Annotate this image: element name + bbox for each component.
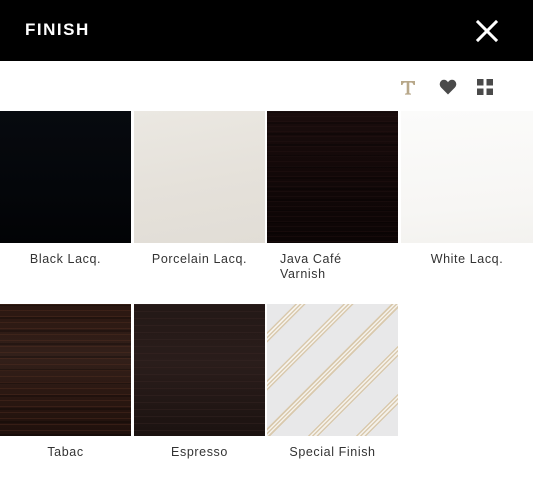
close-button[interactable] (474, 18, 500, 44)
text-sample-button[interactable] (397, 76, 419, 98)
swatch-java-cafe-varnish[interactable]: Java Café Varnish (267, 111, 398, 282)
swatch-image (134, 111, 265, 243)
swatch-label: Special Finish (289, 445, 376, 459)
swatch-white-lacq[interactable]: White Lacq. (401, 111, 533, 267)
swatch-image (267, 304, 398, 436)
swatch-image (134, 304, 265, 436)
swatch-label: Black Lacq. (29, 252, 102, 266)
swatch-image (0, 111, 131, 243)
swatch-special-finish[interactable]: Special Finish (267, 304, 398, 460)
header-bar: FINISH (0, 0, 533, 61)
swatch-label: Porcelain Lacq. (151, 252, 248, 266)
swatch-label: Espresso (171, 445, 228, 459)
favorites-button[interactable] (437, 76, 459, 98)
text-sample-icon (401, 81, 415, 95)
swatch-black-lacq[interactable]: Black Lacq. (0, 111, 131, 267)
panel-title: FINISH (25, 20, 90, 39)
swatch-tabac[interactable]: Tabac (0, 304, 131, 460)
swatch-image (0, 304, 131, 436)
swatch-image (401, 111, 533, 243)
grid-view-button[interactable] (474, 76, 496, 98)
swatch-porcelain-lacq[interactable]: Porcelain Lacq. (134, 111, 265, 267)
swatch-label: Tabac (47, 445, 84, 459)
swatch-label: White Lacq. (430, 252, 504, 266)
view-toolbar (0, 61, 533, 111)
heart-icon (439, 79, 457, 95)
swatch-espresso[interactable]: Espresso (134, 304, 265, 460)
swatch-label: Java Café Varnish (280, 252, 342, 281)
swatch-image (267, 111, 398, 243)
grid-view-icon (477, 79, 493, 95)
close-icon (475, 19, 499, 43)
